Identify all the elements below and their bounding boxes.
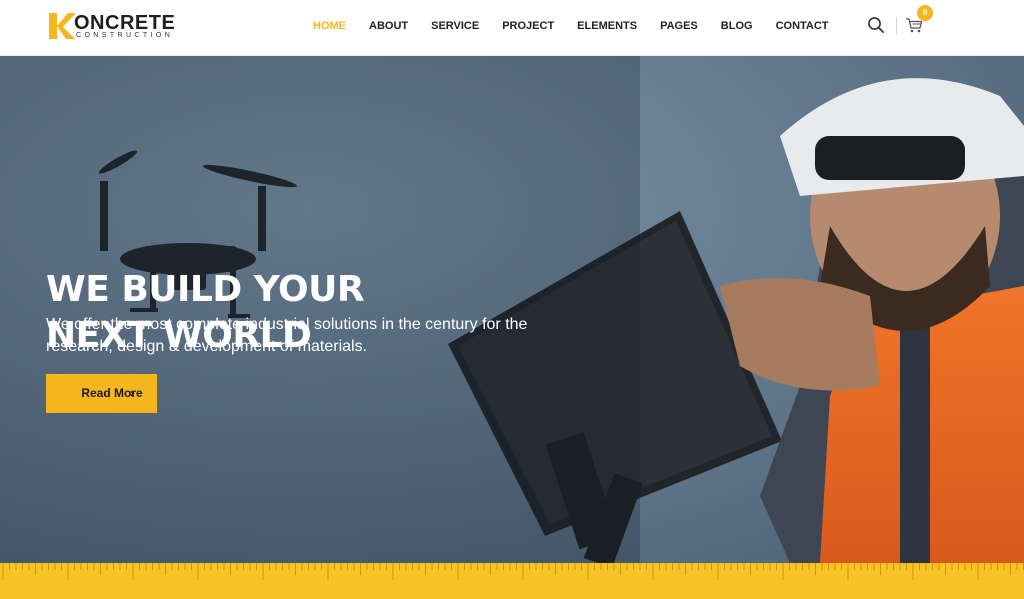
site-header: ONCRETE CONSTRUCTION HOME ABOUT SERVICE …	[0, 0, 1024, 56]
search-button[interactable]	[867, 16, 885, 34]
nav-blog[interactable]: BLOG	[721, 20, 753, 32]
search-icon	[868, 17, 884, 33]
brand-logo[interactable]: ONCRETE CONSTRUCTION	[49, 12, 176, 42]
brand-tagline: CONSTRUCTION	[76, 32, 174, 39]
nav-project[interactable]: PROJECT	[502, 20, 554, 32]
read-more-button[interactable]: Read More ›	[46, 374, 157, 413]
ruler-ticks	[2, 563, 1024, 580]
nav-elements[interactable]: ELEMENTS	[577, 20, 637, 32]
main-nav: HOME ABOUT SERVICE PROJECT ELEMENTS PAGE…	[313, 20, 852, 32]
ruler-strip	[0, 563, 1024, 599]
hero-description: We offer the most complete industrial so…	[46, 316, 528, 355]
header-divider	[896, 17, 897, 35]
cart-count-badge: 0	[917, 5, 933, 21]
logo-k-mark	[49, 13, 75, 39]
nav-pages[interactable]: PAGES	[660, 20, 698, 32]
nav-about[interactable]: ABOUT	[369, 20, 408, 32]
nav-service[interactable]: SERVICE	[431, 20, 479, 32]
hero-banner: WE BUILD YOUR NEXT WORLD	[0, 56, 1024, 563]
chevron-right-icon: ›	[130, 386, 134, 400]
nav-home[interactable]: HOME	[313, 20, 346, 32]
brand-name: ONCRETE	[74, 12, 176, 34]
nav-contact[interactable]: CONTACT	[776, 20, 829, 32]
hero-title-line-1: WE BUILD YOUR	[46, 269, 365, 310]
